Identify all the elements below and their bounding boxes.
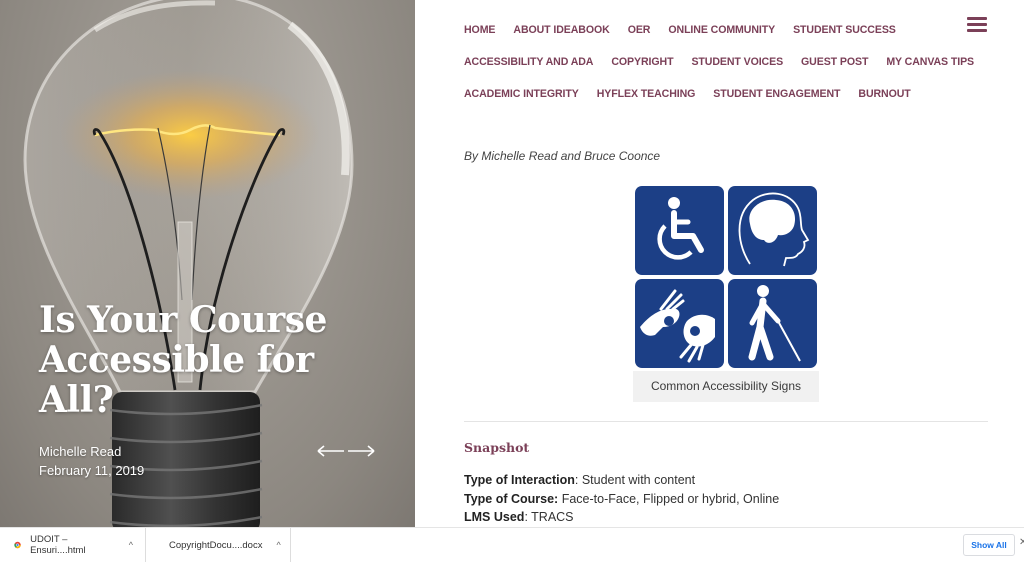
post-date: February 11, 2019 (39, 463, 145, 478)
post-author[interactable]: Michelle Read (39, 444, 121, 459)
hero-banner: Is Your Course Accessible for All? Miche… (0, 0, 415, 527)
snapshot-label: Type of Interaction (464, 473, 575, 487)
accessibility-signs-image (635, 186, 818, 368)
download-shelf: UDOIT – Ensuri....html ^ CopyrightDocu..… (0, 527, 1024, 562)
download-item[interactable]: UDOIT – Ensuri....html ^ (0, 527, 146, 562)
nav-item-student-success[interactable]: STUDENT SUCCESS (793, 24, 896, 36)
nav-item-my-canvas-tips[interactable]: MY CANVAS TIPS (886, 56, 974, 68)
sign-language-icon (635, 279, 724, 368)
left-right-arrows-icon[interactable] (316, 443, 376, 459)
wheelchair-icon (635, 186, 724, 275)
download-filename: CopyrightDocu....docx (169, 539, 263, 551)
nav-item-copyright[interactable]: COPYRIGHT (611, 56, 673, 68)
nav-item-burnout[interactable]: BURNOUT (858, 88, 910, 100)
chevron-up-icon[interactable]: ^ (276, 540, 280, 550)
snapshot-details: Type of Interaction: Student with conten… (464, 471, 779, 527)
blind-cane-icon (728, 279, 817, 368)
section-divider (464, 421, 988, 422)
nav-item-hyflex-teaching[interactable]: HYFLEX TEACHING (597, 88, 696, 100)
download-filename: UDOIT – Ensuri....html (30, 534, 86, 556)
nav-item-online-community[interactable]: ONLINE COMMUNITY (668, 24, 775, 36)
chevron-up-icon[interactable]: ^ (129, 540, 133, 550)
snapshot-heading: Snapshot (464, 440, 530, 455)
nav-item-guest-post[interactable]: GUEST POST (801, 56, 868, 68)
nav-item-student-engagement[interactable]: STUDENT ENGAGEMENT (713, 88, 840, 100)
snapshot-item: Type of Interaction: Student with conten… (464, 471, 779, 490)
nav-item-student-voices[interactable]: STUDENT VOICES (691, 56, 783, 68)
main-navigation: HOME ABOUT IDEABOOK OER ONLINE COMMUNITY… (464, 14, 974, 110)
close-icon[interactable]: ✕ (1019, 537, 1024, 548)
snapshot-value: Face-to-Face, Flipped or hybrid, Online (558, 491, 780, 506)
nav-item-accessibility-and-ada[interactable]: ACCESSIBILITY AND ADA (464, 56, 593, 68)
snapshot-item: Type of Course: Face-to-Face, Flipped or… (464, 490, 779, 509)
post-title: Is Your Course Accessible for All? (39, 299, 327, 421)
article-byline: By Michelle Read and Bruce Coonce (464, 149, 661, 163)
snapshot-label: LMS Used (464, 510, 525, 525)
nav-item-home[interactable]: HOME (464, 24, 495, 36)
nav-item-oer[interactable]: OER (628, 24, 651, 36)
image-caption: Common Accessibility Signs (633, 371, 819, 402)
nav-row: HOME ABOUT IDEABOOK OER ONLINE COMMUNITY… (464, 14, 964, 46)
cognitive-brain-icon (728, 186, 817, 275)
snapshot-label: Type of Course: (464, 491, 559, 506)
snapshot-value: : Student with content (574, 473, 696, 487)
download-item[interactable]: CopyrightDocu....docx ^ (146, 527, 291, 562)
snapshot-item: LMS Used: TRACS (464, 508, 779, 527)
show-all-button[interactable]: Show All (963, 534, 1015, 556)
chrome-file-icon (14, 541, 21, 549)
nav-item-about-ideabook[interactable]: ABOUT IDEABOOK (513, 24, 609, 36)
nav-item-academic-integrity[interactable]: ACADEMIC INTEGRITY (464, 88, 579, 100)
hamburger-menu-icon[interactable] (967, 17, 987, 33)
nav-row: ACADEMIC INTEGRITY HYFLEX TEACHING STUDE… (464, 78, 964, 110)
snapshot-value: : TRACS (524, 510, 574, 525)
nav-row: ACCESSIBILITY AND ADA COPYRIGHT STUDENT … (464, 46, 974, 78)
